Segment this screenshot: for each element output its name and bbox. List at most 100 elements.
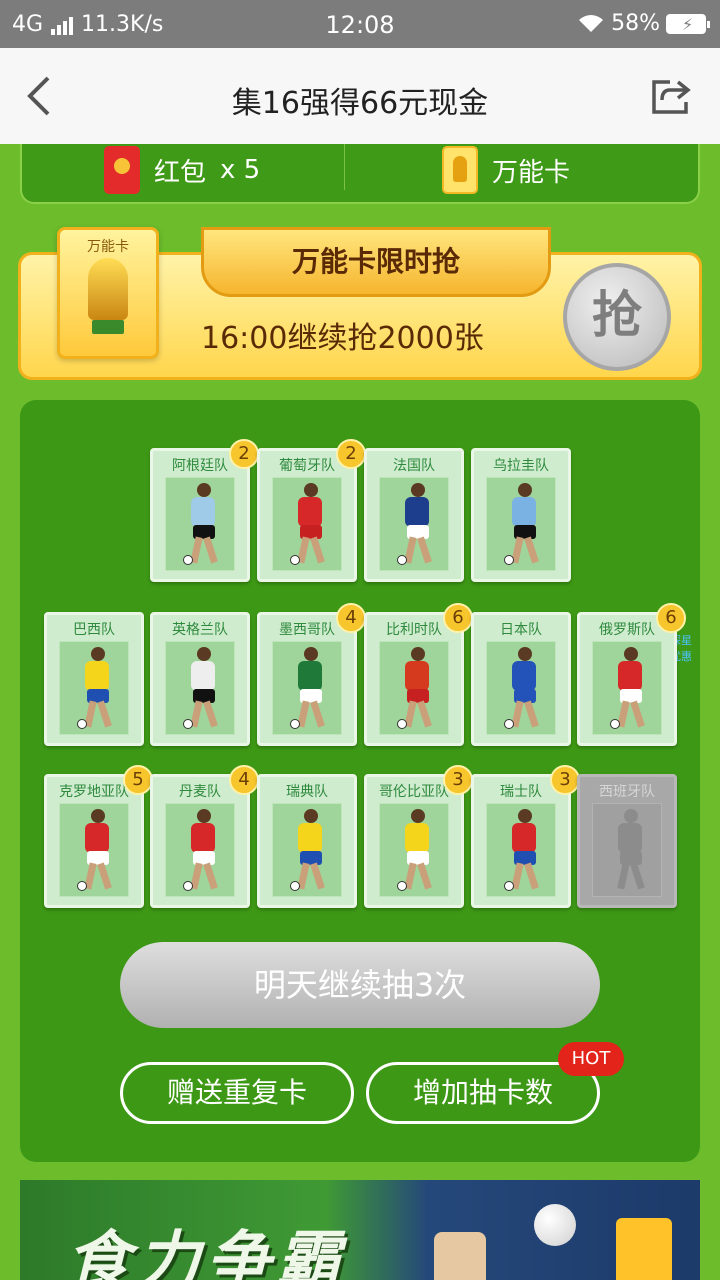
wifi-icon xyxy=(579,14,604,32)
player-shirt xyxy=(191,497,215,527)
soccer-ball-icon xyxy=(397,719,407,729)
player-head xyxy=(304,809,318,823)
player-head xyxy=(411,647,425,661)
card-count-badge: 2 xyxy=(229,439,259,469)
player-head xyxy=(624,647,638,661)
player-shirt xyxy=(298,661,322,691)
player-shirt xyxy=(405,497,429,527)
team-card[interactable]: 俄罗斯队 6 xyxy=(577,603,686,746)
banner-ribbon: 万能卡限时抢 xyxy=(201,227,551,297)
player-head xyxy=(624,809,638,823)
team-name: 法国队 xyxy=(393,458,435,474)
player-head xyxy=(411,809,425,823)
page-title: 集16强得66元现金 xyxy=(231,86,489,121)
soccer-ball-icon xyxy=(610,719,620,729)
divider xyxy=(344,144,345,190)
ad-text: 食力争霸 xyxy=(66,1225,346,1280)
team-name: 巴西队 xyxy=(73,622,115,638)
player-head xyxy=(197,809,211,823)
status-right: 58% ⚡ xyxy=(577,11,710,36)
team-card[interactable]: 法国队 xyxy=(364,448,464,582)
gift-duplicate-button[interactable]: 赠送重复卡 xyxy=(120,1062,354,1124)
soccer-ball-icon xyxy=(397,881,407,891)
soccer-ball-icon xyxy=(183,881,193,891)
soccer-ball-icon xyxy=(290,881,300,891)
card-count-badge: 6 xyxy=(443,603,473,633)
player-shirt xyxy=(512,497,536,527)
soccer-ball-icon xyxy=(504,881,514,891)
battery-icon: ⚡ xyxy=(666,13,710,34)
player-shirt xyxy=(405,661,429,691)
wildcard-label: 万能卡 xyxy=(492,157,571,188)
redpack-label: 红包 xyxy=(154,157,207,188)
soccer-ball-icon xyxy=(534,1204,576,1246)
wildcard-icon xyxy=(442,146,478,194)
redpack-reward: 红包 x 5 xyxy=(104,146,260,194)
team-name: 日本队 xyxy=(500,622,542,638)
player-head xyxy=(91,809,105,823)
team-name: 英格兰队 xyxy=(172,622,228,638)
team-card[interactable]: 西班牙队 xyxy=(577,774,677,908)
hot-badge: HOT xyxy=(558,1042,624,1076)
banner-subtitle: 16:00继续抢2000张 xyxy=(201,321,484,356)
wildcard-card-label: 万能卡 xyxy=(87,239,129,255)
wildcard-banner: 万能卡 万能卡限时抢 16:00继续抢2000张 抢 xyxy=(18,227,702,380)
team-card[interactable]: 瑞典队 xyxy=(257,774,357,908)
redpack-count: x 5 xyxy=(220,155,261,185)
team-card[interactable]: 葡萄牙队 2 xyxy=(257,439,366,582)
team-card[interactable]: 比利时队 6 xyxy=(364,603,473,746)
team-card[interactable]: 瑞士队 3 xyxy=(471,765,580,908)
player-shirt xyxy=(618,661,642,691)
team-card[interactable]: 巴西队 xyxy=(44,612,144,746)
trophy-icon xyxy=(88,258,128,320)
soccer-ball-icon xyxy=(504,719,514,729)
card-count-badge: 6 xyxy=(656,603,686,633)
player-shirt xyxy=(85,661,109,691)
player-shirt xyxy=(298,823,322,853)
ad-banner[interactable]: 食力争霸 xyxy=(20,1180,700,1280)
player-shirt xyxy=(85,823,109,853)
player-head xyxy=(91,647,105,661)
team-card[interactable]: 阿根廷队 2 xyxy=(150,439,259,582)
player-head xyxy=(304,483,318,497)
player-shirt xyxy=(298,497,322,527)
soccer-ball-icon xyxy=(77,881,87,891)
status-bar: 4G 11.3K/s 12:08 58% ⚡ xyxy=(0,0,720,48)
card-count-badge: 4 xyxy=(229,765,259,795)
team-card[interactable]: 克罗地亚队 5 xyxy=(44,765,153,908)
team-name: 瑞典队 xyxy=(286,784,328,800)
team-name: 乌拉圭队 xyxy=(493,458,549,474)
share-icon[interactable] xyxy=(648,74,692,118)
player-shirt xyxy=(618,823,642,853)
team-name: 西班牙队 xyxy=(599,784,655,800)
player-shirt xyxy=(191,823,215,853)
player-shirt xyxy=(512,823,536,853)
soccer-ball-icon xyxy=(183,555,193,565)
card-count-badge: 5 xyxy=(123,765,153,795)
team-card[interactable]: 哥伦比亚队 3 xyxy=(364,765,473,908)
ad-juice-image xyxy=(616,1218,672,1280)
team-card[interactable]: 日本队 xyxy=(471,612,571,746)
player-head xyxy=(518,483,532,497)
card-count-badge: 4 xyxy=(336,603,366,633)
soccer-ball-icon xyxy=(397,555,407,565)
battery-percent: 58% xyxy=(611,11,660,36)
soccer-ball-icon xyxy=(290,719,300,729)
title-bar: 集16强得66元现金 xyxy=(0,48,720,144)
card-count-badge: 2 xyxy=(336,439,366,469)
wildcard-card: 万能卡 xyxy=(57,227,159,359)
soccer-ball-icon xyxy=(290,555,300,565)
ad-drink-image xyxy=(434,1232,486,1280)
team-card[interactable]: 英格兰队 xyxy=(150,612,250,746)
player-head xyxy=(518,809,532,823)
team-card[interactable]: 乌拉圭队 xyxy=(471,448,571,582)
player-head xyxy=(197,647,211,661)
team-card[interactable]: 墨西哥队 4 xyxy=(257,603,366,746)
card-count-badge: 3 xyxy=(443,765,473,795)
player-head xyxy=(304,647,318,661)
soccer-ball-icon xyxy=(183,719,193,729)
draw-button[interactable]: 明天继续抽3次 xyxy=(120,942,600,1028)
team-card[interactable]: 丹麦队 4 xyxy=(150,765,259,908)
grab-button[interactable]: 抢 xyxy=(563,263,671,371)
player-shirt xyxy=(191,661,215,691)
